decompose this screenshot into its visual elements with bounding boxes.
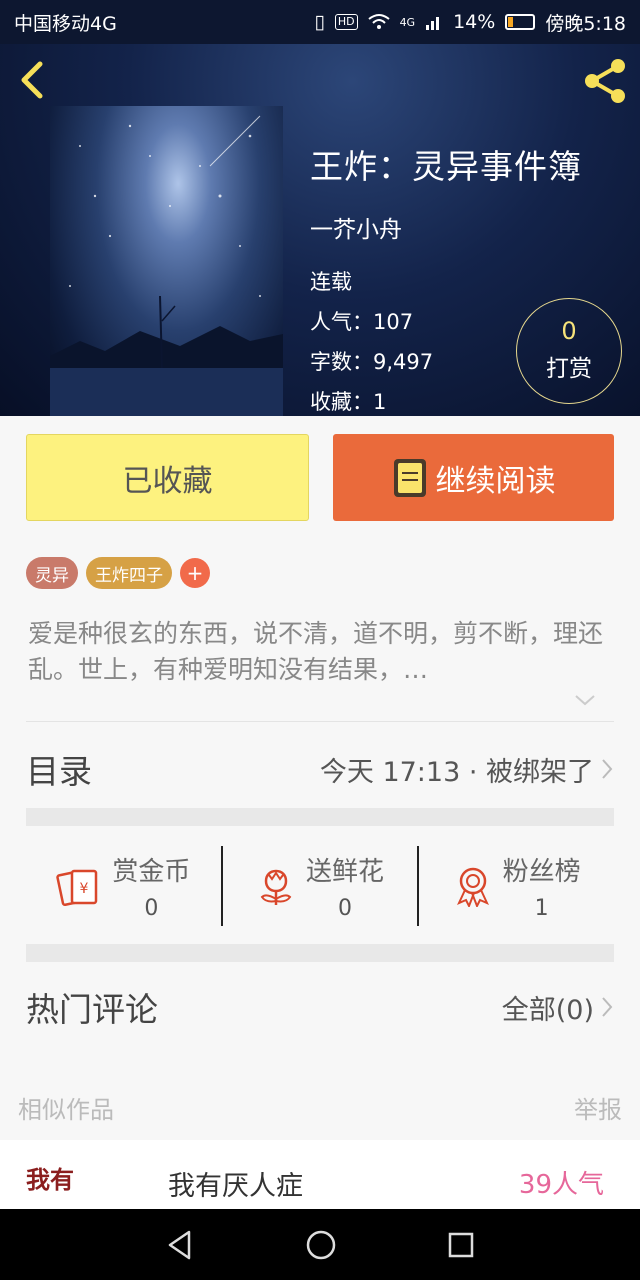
latest-chapter: 今天 17:13 · 被绑架了 [319, 756, 594, 788]
reward-count: 0 [561, 317, 577, 345]
fan-ranking-label: 粉丝榜 [502, 857, 581, 887]
ribbon-badge-icon [456, 867, 489, 907]
hot-comments-row[interactable]: 热门评论 全部(0) [26, 982, 614, 1032]
reward-label: 打赏 [546, 356, 592, 382]
signal-icon [426, 17, 440, 30]
all-comments-link[interactable]: 全部(0) [502, 988, 594, 1027]
similar-works-label: 相似作品 [18, 1096, 114, 1124]
fan-ranking-count: 1 [534, 896, 549, 921]
wifi-icon [367, 14, 390, 29]
hd-icon: HD [334, 14, 358, 30]
similar-works-header: 相似作品 举报 [18, 1090, 622, 1125]
continue-reading-label: 继续阅读 [435, 463, 556, 499]
favorited-button[interactable]: 已收藏 [26, 434, 309, 521]
continue-reading-button[interactable]: 继续阅读 [333, 434, 614, 521]
chevron-right-icon [602, 997, 613, 1017]
item-thumbnail: 我有 [26, 1160, 136, 1210]
interaction-bar: ¥ 赏金币 0 送鲜花 0 粉丝榜 1 [26, 843, 614, 929]
system-nav-bar [0, 1209, 640, 1280]
send-flower-label: 送鲜花 [306, 857, 385, 887]
status-bar: 中国移动4G ▯ HD 4G 14% 傍晚5:18 [0, 0, 640, 44]
carrier-text: 中国移动4G [14, 12, 117, 35]
item-title: 我有厌人症 [168, 1171, 303, 1202]
tag-item[interactable]: 灵异 [26, 557, 78, 589]
battery-icon [505, 14, 536, 30]
reward-coins-label: 赏金币 [112, 857, 191, 887]
reward-button[interactable]: 0 打赏 [516, 298, 622, 404]
chevron-right-icon [602, 759, 613, 779]
network-type: 4G [399, 15, 416, 29]
chevron-down-icon[interactable] [573, 692, 597, 708]
send-flower-button[interactable]: 送鲜花 0 [223, 843, 418, 929]
report-button[interactable]: 举报 [574, 1090, 622, 1125]
reward-coins-count: 0 [144, 896, 159, 921]
item-popularity: 39人气 [518, 1170, 604, 1200]
hot-comments-label: 热门评论 [26, 990, 158, 1029]
list-item[interactable]: 我有 我有厌人症 39人气 [0, 1140, 640, 1210]
tag-item[interactable]: 王炸四子 [86, 557, 172, 589]
tag-list: 灵异 王炸四子 + [26, 557, 210, 589]
book-title: 王炸：灵异事件簿 [310, 147, 582, 186]
book-header: 王炸：灵异事件簿 一芥小舟 连载 人气：107 字数：9,497 收藏：1 0 … [0, 44, 640, 416]
reward-coins-button[interactable]: ¥ 赏金币 0 [26, 843, 221, 929]
back-nav-icon[interactable] [165, 1229, 195, 1261]
book-cover[interactable] [50, 106, 283, 416]
book-status: 连载 [310, 270, 352, 294]
book-icon [393, 458, 426, 497]
share-icon[interactable] [580, 56, 630, 106]
red-envelope-icon: ¥ [56, 869, 98, 907]
back-icon[interactable] [14, 60, 50, 100]
thumbnail-text: 我有 [26, 1166, 74, 1194]
divider [26, 721, 614, 722]
vibrate-icon: ▯ [314, 11, 325, 33]
recents-nav-icon[interactable] [447, 1231, 475, 1259]
fan-ranking-button[interactable]: 粉丝榜 1 [419, 843, 614, 929]
cover-art [50, 115, 283, 416]
section-separator [26, 944, 614, 962]
battery-percent: 14% [453, 11, 496, 33]
flower-icon [260, 869, 292, 905]
send-flower-count: 0 [338, 896, 352, 921]
svg-text:¥: ¥ [80, 881, 89, 897]
home-nav-icon[interactable] [305, 1229, 337, 1261]
book-author[interactable]: 一芥小舟 [310, 210, 582, 244]
clock: 傍晚5:18 [545, 12, 626, 35]
section-separator [26, 808, 614, 826]
catalog-label: 目录 [26, 752, 92, 791]
add-tag-button[interactable]: + [180, 558, 210, 588]
book-description: 爱是种很玄的东西，说不清，道不明，剪不断，理还乱。世上，有种爱明知没有结果，… [28, 619, 604, 684]
catalog-row[interactable]: 目录 今天 17:13 · 被绑架了 [26, 744, 614, 794]
